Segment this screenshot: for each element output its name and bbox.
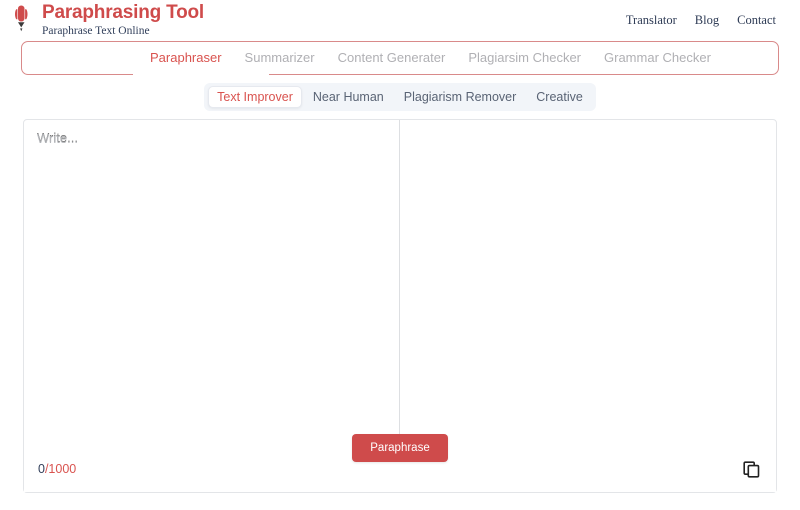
editor-footer: 0/1000 Paraphrase — [24, 434, 776, 492]
subtab-plagiarism-remover[interactable]: Plagiarism Remover — [395, 86, 526, 108]
nav-link-blog[interactable]: Blog — [695, 13, 719, 28]
subtab-text-improver[interactable]: Text Improver — [208, 86, 302, 108]
input-placeholder: Write... — [37, 131, 78, 146]
subtab-near-human[interactable]: Near Human — [304, 86, 393, 108]
tab-content-generator[interactable]: Content Generater — [338, 42, 446, 74]
input-textarea[interactable] — [24, 120, 399, 446]
page-title: Paraphrasing Tool — [42, 2, 204, 23]
editor-panes: Write... — [24, 120, 776, 446]
tab-paraphraser[interactable]: Paraphraser — [150, 42, 222, 74]
rocket-icon — [15, 5, 28, 32]
input-pane: Write... — [24, 120, 400, 446]
tab-bar: Paraphraser Summarizer Content Generater… — [21, 41, 779, 77]
tab-list: Paraphraser Summarizer Content Generater… — [21, 41, 779, 75]
nav-link-contact[interactable]: Contact — [737, 13, 776, 28]
character-counter: 0/1000 — [38, 462, 76, 476]
tab-plagiarism-checker[interactable]: Plagiarsim Checker — [468, 42, 581, 74]
tab-summarizer[interactable]: Summarizer — [245, 42, 315, 74]
nav-link-translator[interactable]: Translator — [626, 13, 677, 28]
editor-panel: Write... 0/1000 Paraphrase — [23, 119, 777, 493]
output-textarea[interactable] — [400, 120, 776, 446]
character-limit: /1000 — [44, 462, 77, 476]
output-pane — [400, 120, 776, 446]
copy-button[interactable] — [740, 458, 762, 480]
copy-icon — [742, 460, 759, 478]
page-subtitle: Paraphrase Text Online — [42, 25, 150, 37]
paraphrase-button[interactable]: Paraphrase — [352, 434, 448, 462]
brand-text: Paraphrasing Tool Paraphrase Text Online — [42, 3, 204, 38]
tab-grammar-checker[interactable]: Grammar Checker — [604, 42, 711, 74]
site-header: Paraphrasing Tool Paraphrase Text Online… — [0, 0, 800, 38]
brand[interactable]: Paraphrasing Tool Paraphrase Text Online — [8, 3, 204, 38]
main-nav: Translator Blog Contact — [626, 3, 776, 28]
subtab-row: Text Improver Near Human Plagiarism Remo… — [0, 83, 800, 111]
character-count: 0 — [38, 462, 45, 476]
subtab-list: Text Improver Near Human Plagiarism Remo… — [204, 83, 596, 111]
subtab-creative[interactable]: Creative — [527, 86, 592, 108]
